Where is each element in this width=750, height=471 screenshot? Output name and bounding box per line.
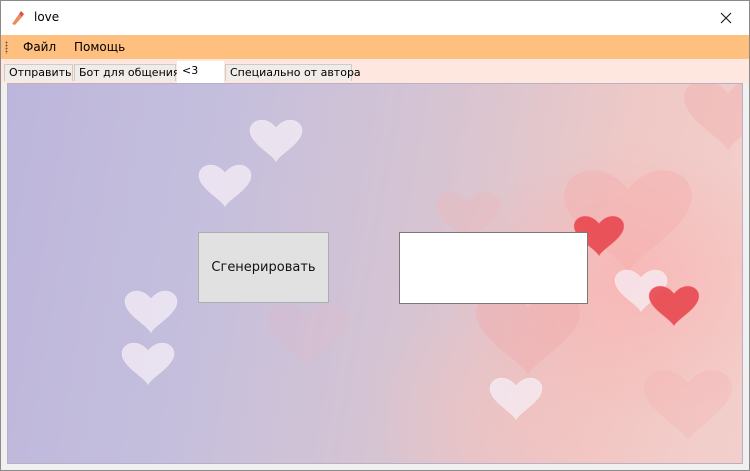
window-right-edge xyxy=(743,83,749,470)
tab-from-author[interactable]: Специально от автора xyxy=(225,64,361,81)
main-window: love Файл Помощь Отправить Бот для общен… xyxy=(0,0,750,471)
window-title: love xyxy=(34,10,60,24)
menu-file[interactable]: Файл xyxy=(23,40,56,54)
bg-heart xyxy=(684,84,742,151)
tab-love[interactable]: <3 xyxy=(177,61,224,83)
title-bar: love xyxy=(1,1,749,35)
tab-chat-bot[interactable]: Бот для общения xyxy=(74,64,180,81)
white-heart xyxy=(489,377,543,421)
tab-content-panel: Сгенерировать xyxy=(7,83,743,464)
white-heart xyxy=(121,342,175,386)
bg-heart xyxy=(644,370,732,441)
hearts-background xyxy=(121,84,742,441)
white-heart xyxy=(198,164,252,208)
white-heart xyxy=(124,290,178,334)
menu-grip-icon[interactable] xyxy=(5,41,8,54)
menu-bar: Файл Помощь xyxy=(1,35,749,59)
close-button[interactable] xyxy=(703,1,749,35)
tab-strip: Отправить Бот для общения <3 Специально … xyxy=(1,59,749,83)
red-heart xyxy=(648,285,700,327)
white-heart xyxy=(249,119,303,163)
bg-heart xyxy=(268,304,348,368)
generate-button[interactable]: Сгенерировать xyxy=(198,232,329,303)
close-icon xyxy=(720,12,732,24)
bg-heart xyxy=(476,292,580,376)
tab-send[interactable]: Отправить xyxy=(4,64,73,81)
app-icon xyxy=(10,10,26,26)
menu-help[interactable]: Помощь xyxy=(74,40,125,54)
output-textbox[interactable] xyxy=(399,232,588,304)
